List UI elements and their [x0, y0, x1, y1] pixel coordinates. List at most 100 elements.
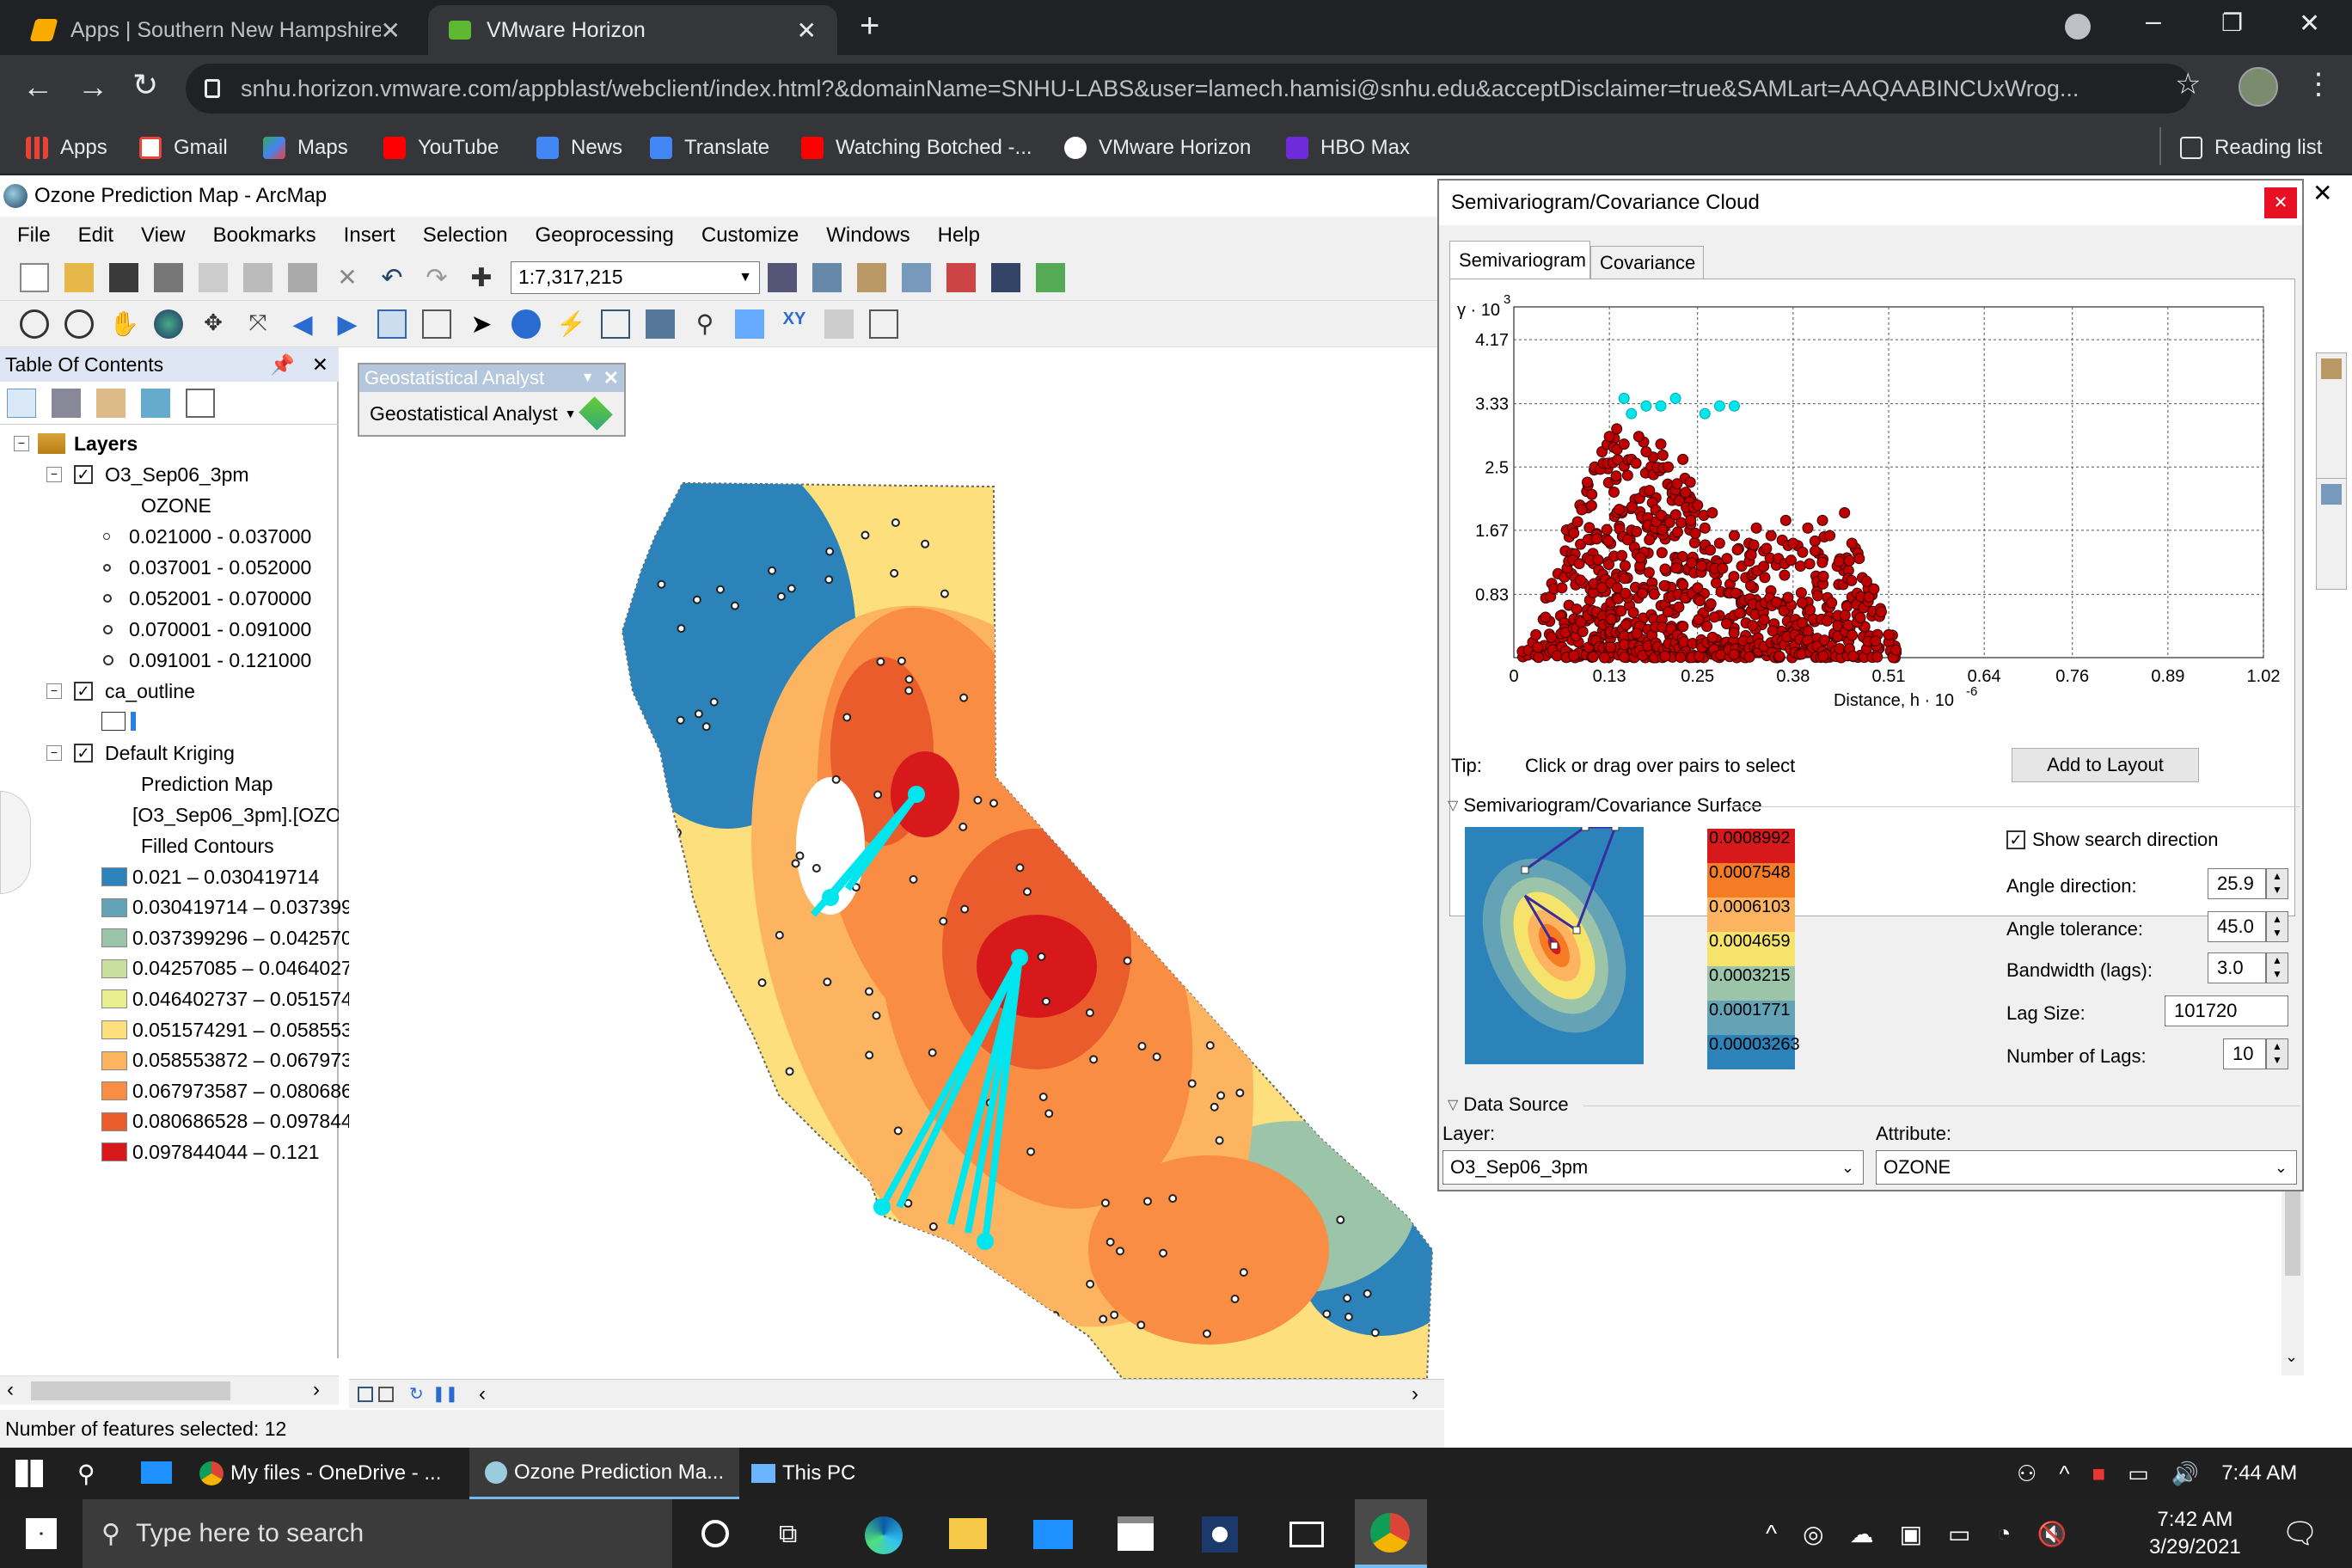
semivariogram-point[interactable] [1826, 597, 1838, 609]
ozone-station-point[interactable] [1082, 783, 1092, 793]
semivariogram-point[interactable] [1685, 514, 1697, 526]
ozone-station-point[interactable] [826, 1307, 836, 1316]
list-by-source-icon[interactable] [52, 388, 81, 418]
ozone-station-point[interactable] [939, 916, 948, 926]
semivariogram-point[interactable] [1540, 611, 1552, 623]
selected-pair-point[interactable] [1655, 400, 1667, 412]
semivariogram-point[interactable] [1767, 625, 1779, 637]
scroll-right-icon[interactable]: › [1412, 1382, 1418, 1406]
semivariogram-point[interactable] [1590, 533, 1602, 545]
selected-pair-point[interactable] [1699, 407, 1711, 420]
semivariogram-point[interactable] [1677, 621, 1689, 633]
ozone-station-point[interactable] [692, 595, 701, 604]
ozone-station-point[interactable] [1124, 593, 1133, 603]
semivariogram-point[interactable] [1659, 563, 1671, 575]
full-extent-icon[interactable] [154, 309, 183, 339]
semivariogram-point[interactable] [1605, 613, 1617, 625]
go-forward-extent-icon[interactable]: ▶ [333, 309, 362, 339]
search-window-icon[interactable] [902, 262, 931, 292]
refresh-icon[interactable]: ↻ [409, 1383, 424, 1405]
mail-icon[interactable] [1033, 1520, 1073, 1549]
semivariogram-point[interactable] [1556, 582, 1568, 594]
scroll-down-icon[interactable]: ⌄ [2285, 1348, 2298, 1366]
find-route-icon[interactable] [735, 309, 764, 339]
ozone-station-point[interactable] [1110, 1310, 1119, 1320]
semivariogram-point[interactable] [1671, 526, 1683, 538]
battery-icon[interactable]: ▭ [1948, 1520, 1970, 1548]
ozone-station-point[interactable] [928, 1222, 938, 1231]
zoom-out-icon[interactable] [64, 309, 94, 339]
semivariogram-point[interactable] [1602, 535, 1614, 547]
ozone-station-point[interactable] [928, 1048, 937, 1057]
semivariogram-point[interactable] [1758, 560, 1770, 573]
close-icon[interactable]: ✕ [603, 367, 619, 389]
browser-tab-vmware[interactable]: VMware Horizon ✕ [428, 5, 837, 55]
ozone-station-point[interactable] [872, 1011, 881, 1020]
copy-icon[interactable] [243, 262, 273, 292]
ozone-station-point[interactable] [960, 904, 970, 914]
browser-tab-apps[interactable]: Apps | Southern New Hampshire ✕ [12, 5, 421, 55]
selected-pair-point[interactable] [1669, 392, 1681, 404]
ozone-station-point[interactable] [973, 795, 983, 805]
semivariogram-point[interactable] [1571, 516, 1583, 528]
ozone-station-point[interactable] [1041, 996, 1050, 1006]
ozone-station-point[interactable] [750, 1124, 760, 1134]
ozone-station-point[interactable] [678, 1116, 688, 1125]
bookmark-news[interactable]: News [536, 129, 622, 167]
semivariogram-point[interactable] [1630, 457, 1642, 469]
semivariogram-point[interactable] [1689, 527, 1701, 539]
menu-view[interactable]: View [127, 217, 199, 254]
close-button[interactable]: ✕ [2264, 187, 2297, 218]
ozone-station-point[interactable] [1202, 1329, 1211, 1338]
semivariogram-point[interactable] [1648, 588, 1660, 600]
menu-dots-icon[interactable]: ⋮ [2304, 67, 2333, 101]
semivariogram-point[interactable] [1717, 562, 1729, 574]
ozone-station-point[interactable] [1082, 567, 1092, 576]
ozone-station-point[interactable] [1381, 871, 1391, 880]
semivariogram-point[interactable] [1797, 546, 1809, 558]
semivariogram-point[interactable] [1743, 651, 1755, 663]
close-icon[interactable]: ✕ [797, 16, 817, 45]
angle-direction-input[interactable]: 25.9 [2208, 868, 2266, 899]
ozone-station-point[interactable] [1015, 863, 1025, 873]
ozone-station-point[interactable] [1410, 548, 1419, 557]
number-of-lags-input[interactable]: 10 [2223, 1038, 2266, 1069]
search-handle[interactable] [1550, 941, 1559, 950]
semivariogram-point[interactable] [1750, 522, 1762, 534]
ozone-station-point[interactable] [1289, 1039, 1298, 1049]
ozone-station-point[interactable] [1308, 638, 1317, 647]
ozone-station-point[interactable] [1066, 542, 1075, 552]
ozone-station-point[interactable] [791, 859, 800, 868]
semivariogram-point[interactable] [1853, 553, 1865, 565]
ozone-station-point[interactable] [775, 930, 784, 940]
menu-edit[interactable]: Edit [64, 217, 127, 254]
semivariogram-point[interactable] [1802, 522, 1814, 534]
pan-icon[interactable]: ✋ [109, 309, 139, 339]
semivariogram-point[interactable] [1731, 543, 1743, 555]
data-source-section-header[interactable]: ▽ Data Source [1448, 1093, 1569, 1116]
semivariogram-point[interactable] [1705, 598, 1717, 610]
semivariogram-point[interactable] [1759, 572, 1771, 584]
menu-file[interactable]: File [3, 217, 64, 254]
ozone-station-point[interactable] [775, 1259, 785, 1269]
ozone-station-point[interactable] [1137, 1042, 1147, 1051]
semivariogram-point[interactable] [1693, 614, 1705, 626]
semivariogram-point[interactable] [1605, 641, 1617, 653]
search-handle[interactable] [1572, 926, 1581, 934]
ozone-station-point[interactable] [1085, 1008, 1094, 1018]
ozone-station-point[interactable] [1344, 1312, 1353, 1321]
semivariogram-point[interactable] [1817, 650, 1829, 662]
ozone-station-point[interactable] [921, 539, 930, 548]
ozone-station-point[interactable] [795, 851, 805, 861]
ozone-station-point[interactable] [904, 675, 914, 684]
semivariogram-point[interactable] [1795, 587, 1807, 599]
ozone-station-point[interactable] [1044, 1109, 1054, 1118]
ozone-station-point[interactable] [694, 709, 703, 719]
semivariogram-point[interactable] [1761, 542, 1773, 554]
go-to-xy-icon[interactable]: XY [780, 309, 809, 339]
ozone-station-point[interactable] [940, 589, 949, 598]
semivariogram-point[interactable] [1585, 499, 1597, 511]
semivariogram-point[interactable] [1870, 635, 1882, 647]
bookmark-youtube[interactable]: YouTube [383, 129, 499, 167]
spinner-arrows-icon[interactable]: ▲ ▼ [2266, 1038, 2288, 1069]
